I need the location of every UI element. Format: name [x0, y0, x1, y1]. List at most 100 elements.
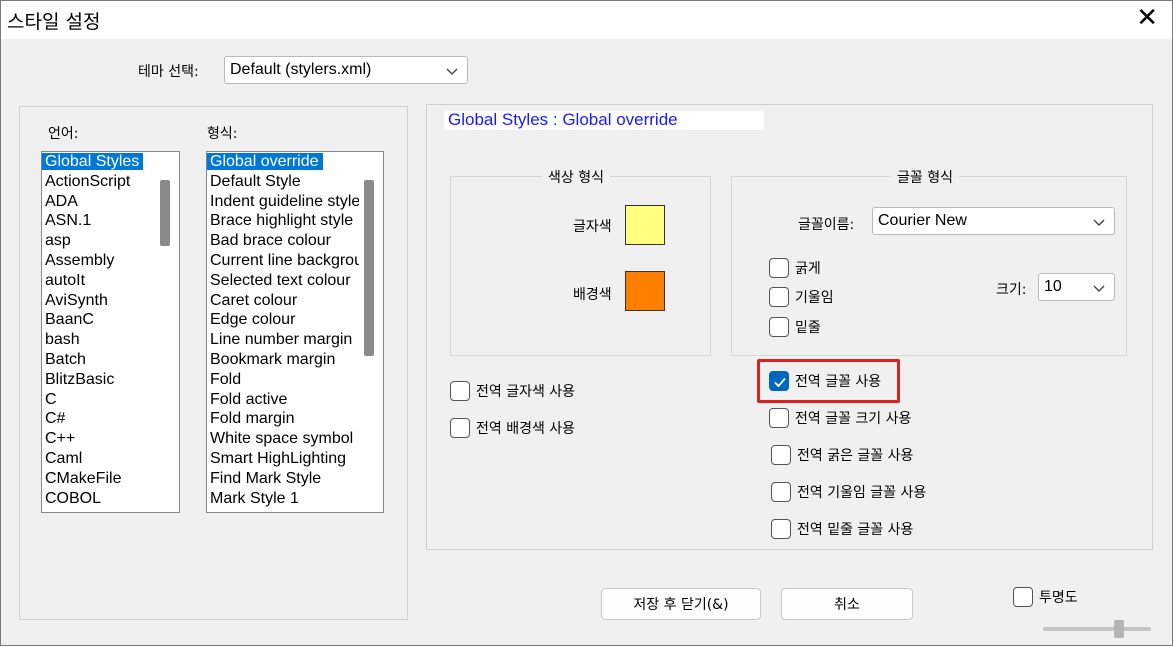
- language-list-item[interactable]: COBOL: [42, 489, 158, 509]
- style-list-item[interactable]: Indent guideline style: [207, 192, 359, 212]
- checkbox-box: [769, 371, 789, 391]
- style-list-item[interactable]: Fold active: [207, 390, 359, 410]
- style-list-item[interactable]: Brace highlight style: [207, 211, 359, 231]
- global-underline-checkbox[interactable]: 전역 밑줄 글꼴 사용: [771, 519, 913, 539]
- checkbox-box: [450, 418, 470, 438]
- style-scrollbar[interactable]: [364, 180, 374, 356]
- transparency-checkbox[interactable]: 투명도: [1013, 587, 1078, 607]
- color-style-group: [450, 176, 711, 356]
- title-bar: 스타일 설정 ✕: [1, 1, 1172, 39]
- checkmark-icon: [774, 377, 786, 388]
- checkbox-box: [769, 287, 789, 307]
- bold-checkbox[interactable]: 굵게: [769, 258, 821, 278]
- style-list-item[interactable]: Mark Style 1: [207, 489, 359, 509]
- theme-label: 테마 선택:: [138, 64, 199, 80]
- style-list-item[interactable]: Caret colour: [207, 291, 359, 311]
- transparency-slider[interactable]: [1043, 627, 1151, 631]
- global-italic-label: 전역 기울임 글꼴 사용: [797, 485, 927, 501]
- style-list[interactable]: Global override Default Style Indent guide…: [206, 151, 384, 513]
- style-list-item[interactable]: Line number margin: [207, 330, 359, 350]
- font-size-value: 10: [1044, 278, 1062, 295]
- language-list-item[interactable]: bash: [42, 330, 158, 350]
- transparency-label: 투명도: [1039, 590, 1078, 606]
- language-list-item[interactable]: Caml: [42, 449, 158, 469]
- style-list-item[interactable]: Smart HighLighting: [207, 449, 359, 469]
- style-list-item[interactable]: Current line background colour: [207, 251, 359, 271]
- language-list-item[interactable]: Batch: [42, 350, 158, 370]
- chevron-down-icon: [446, 68, 458, 75]
- style-list-item[interactable]: Fold: [207, 370, 359, 390]
- global-bg-label: 전역 배경색 사용: [476, 421, 576, 437]
- theme-select-value: Default (stylers.xml): [230, 61, 372, 78]
- language-list[interactable]: Global Styles ActionScript ADA ASN.1 asp Asse…: [41, 151, 180, 513]
- close-icon[interactable]: ✕: [1136, 4, 1158, 32]
- checkbox-box: [450, 381, 470, 401]
- language-list-item[interactable]: ASN.1: [42, 211, 158, 231]
- background-color-label: 배경색: [573, 287, 612, 303]
- chevron-down-icon: [1093, 219, 1105, 226]
- style-list-item[interactable]: Bad brace colour: [207, 231, 359, 251]
- style-list-item[interactable]: White space symbol: [207, 429, 359, 449]
- style-list-item[interactable]: Fold margin: [207, 409, 359, 429]
- font-style-caption: 글꼴 형식: [891, 167, 959, 187]
- chevron-down-icon: [1093, 285, 1105, 292]
- italic-label: 기울임: [795, 290, 834, 306]
- language-list-item[interactable]: ActionScript: [42, 172, 158, 192]
- global-font-checkbox[interactable]: 전역 글꼴 사용: [769, 371, 881, 391]
- global-font-size-checkbox[interactable]: 전역 글꼴 크기 사용: [769, 408, 911, 428]
- language-list-item[interactable]: BlitzBasic: [42, 370, 158, 390]
- global-font-label: 전역 글꼴 사용: [795, 374, 882, 390]
- style-label: 형식:: [207, 126, 238, 142]
- foreground-color-swatch[interactable]: [625, 205, 665, 245]
- style-list-item[interactable]: Global override: [207, 152, 359, 172]
- language-list-item[interactable]: CMakeFile: [42, 469, 158, 489]
- language-list-item[interactable]: C++: [42, 429, 158, 449]
- language-list-item[interactable]: AviSynth: [42, 291, 158, 311]
- global-underline-label: 전역 밑줄 글꼴 사용: [797, 522, 914, 538]
- language-list-item[interactable]: autoIt: [42, 271, 158, 291]
- underline-label: 밑줄: [795, 320, 821, 336]
- checkbox-box: [769, 408, 789, 428]
- language-scrollbar[interactable]: [160, 180, 170, 246]
- language-list-item[interactable]: Global Styles: [42, 152, 158, 172]
- style-list-item[interactable]: Bookmark margin: [207, 350, 359, 370]
- global-bold-label: 전역 굵은 글꼴 사용: [797, 448, 914, 464]
- style-heading: Global Styles : Global override: [448, 110, 678, 129]
- language-list-item[interactable]: asp: [42, 231, 158, 251]
- save-close-button[interactable]: 저장 후 닫기(&): [601, 588, 761, 620]
- checkbox-box: [769, 317, 789, 337]
- language-list-item[interactable]: BaanC: [42, 310, 158, 330]
- language-list-item[interactable]: C: [42, 390, 158, 410]
- color-style-caption: 색상 형식: [542, 167, 610, 187]
- font-size-label: 크기:: [996, 282, 1027, 298]
- background-color-swatch[interactable]: [625, 271, 665, 311]
- global-italic-checkbox[interactable]: 전역 기울임 글꼴 사용: [771, 482, 926, 502]
- font-name-select[interactable]: Courier New: [872, 207, 1115, 235]
- checkbox-box: [769, 258, 789, 278]
- global-bold-checkbox[interactable]: 전역 굵은 글꼴 사용: [771, 445, 913, 465]
- checkbox-box: [771, 445, 791, 465]
- global-font-size-label: 전역 글꼴 크기 사용: [795, 411, 912, 427]
- cancel-button[interactable]: 취소: [781, 588, 913, 620]
- style-list-item[interactable]: Find Mark Style: [207, 469, 359, 489]
- language-list-item[interactable]: C#: [42, 409, 158, 429]
- checkbox-box: [771, 482, 791, 502]
- style-list-item[interactable]: Edge colour: [207, 310, 359, 330]
- theme-select[interactable]: Default (stylers.xml): [224, 56, 468, 84]
- language-label: 언어:: [48, 126, 79, 142]
- underline-checkbox[interactable]: 밑줄: [769, 317, 821, 337]
- italic-checkbox[interactable]: 기울임: [769, 287, 834, 307]
- checkbox-box: [1013, 587, 1033, 607]
- foreground-color-label: 글자색: [573, 219, 612, 235]
- style-list-item[interactable]: Default Style: [207, 172, 359, 192]
- bold-label: 굵게: [795, 261, 821, 277]
- style-list-item[interactable]: Selected text colour: [207, 271, 359, 291]
- language-list-item[interactable]: ADA: [42, 192, 158, 212]
- global-fg-checkbox[interactable]: 전역 글자색 사용: [450, 381, 575, 401]
- font-size-select[interactable]: 10: [1038, 273, 1115, 301]
- transparency-slider-thumb[interactable]: [1114, 620, 1124, 638]
- style-configurator-dialog: 스타일 설정 ✕ 테마 선택: Default (stylers.xml) 언어…: [0, 0, 1173, 646]
- window-title: 스타일 설정: [7, 11, 101, 33]
- language-list-item[interactable]: Assembly: [42, 251, 158, 271]
- global-bg-checkbox[interactable]: 전역 배경색 사용: [450, 418, 575, 438]
